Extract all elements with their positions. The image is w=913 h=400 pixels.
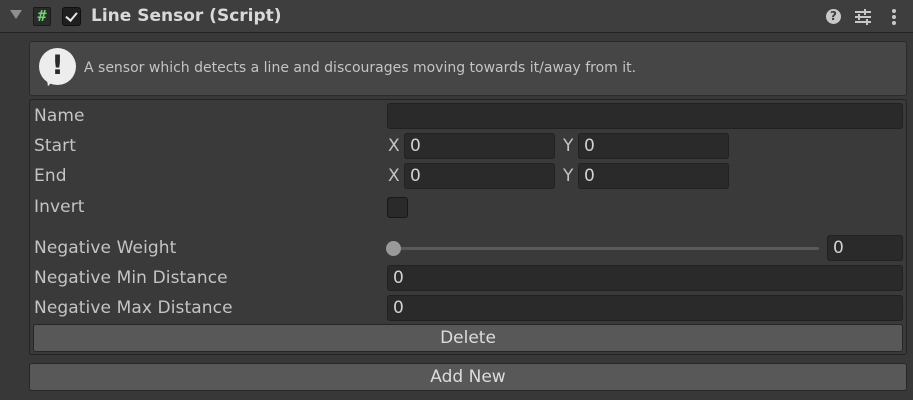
name-field[interactable] xyxy=(387,103,903,129)
invert-checkbox[interactable] xyxy=(387,197,408,218)
component-title: Line Sensor (Script) xyxy=(91,6,282,26)
enable-toggle[interactable] xyxy=(62,7,81,26)
end-label: End xyxy=(34,166,67,186)
negative-weight-slider-thumb[interactable] xyxy=(386,241,401,256)
negative-weight-slider-track[interactable] xyxy=(394,247,819,250)
end-y-field[interactable]: 0 xyxy=(578,163,729,189)
component-header[interactable]: # Line Sensor (Script) ? xyxy=(0,0,913,33)
negative-min-distance-label: Negative Min Distance xyxy=(34,268,228,288)
end-x-field[interactable]: 0 xyxy=(404,163,555,189)
start-label: Start xyxy=(34,136,77,156)
help-box-text: A sensor which detects a line and discou… xyxy=(84,60,637,76)
start-x-field[interactable]: 0 xyxy=(404,133,555,159)
negative-max-distance-label: Negative Max Distance xyxy=(34,298,233,318)
script-hash-icon: # xyxy=(33,7,51,26)
inspector-component: # Line Sensor (Script) ? ! A sensor whic… xyxy=(0,0,913,400)
help-box: ! A sensor which detects a line and disc… xyxy=(29,41,907,96)
negative-weight-label: Negative Weight xyxy=(34,238,177,258)
kebab-menu-icon[interactable] xyxy=(889,9,899,25)
start-y-label: Y xyxy=(563,136,574,156)
negative-min-distance-field[interactable]: 0 xyxy=(387,265,903,291)
foldout-arrow-icon[interactable] xyxy=(10,10,22,19)
negative-max-distance-field[interactable]: 0 xyxy=(387,295,903,321)
invert-label: Invert xyxy=(34,197,85,217)
delete-button[interactable]: Delete xyxy=(33,324,903,352)
presets-sliders-icon[interactable] xyxy=(855,9,871,25)
help-icon[interactable]: ? xyxy=(826,9,841,24)
start-y-field[interactable]: 0 xyxy=(578,133,729,159)
end-y-label: Y xyxy=(563,166,574,186)
name-label: Name xyxy=(34,106,85,126)
start-x-label: X xyxy=(388,136,400,156)
end-x-label: X xyxy=(388,166,400,186)
warning-glyph: ! xyxy=(51,50,64,81)
warning-icon: ! xyxy=(39,48,76,85)
script-glyph: # xyxy=(37,7,47,25)
add-new-button[interactable]: Add New xyxy=(29,363,907,391)
negative-weight-field[interactable]: 0 xyxy=(827,235,903,261)
